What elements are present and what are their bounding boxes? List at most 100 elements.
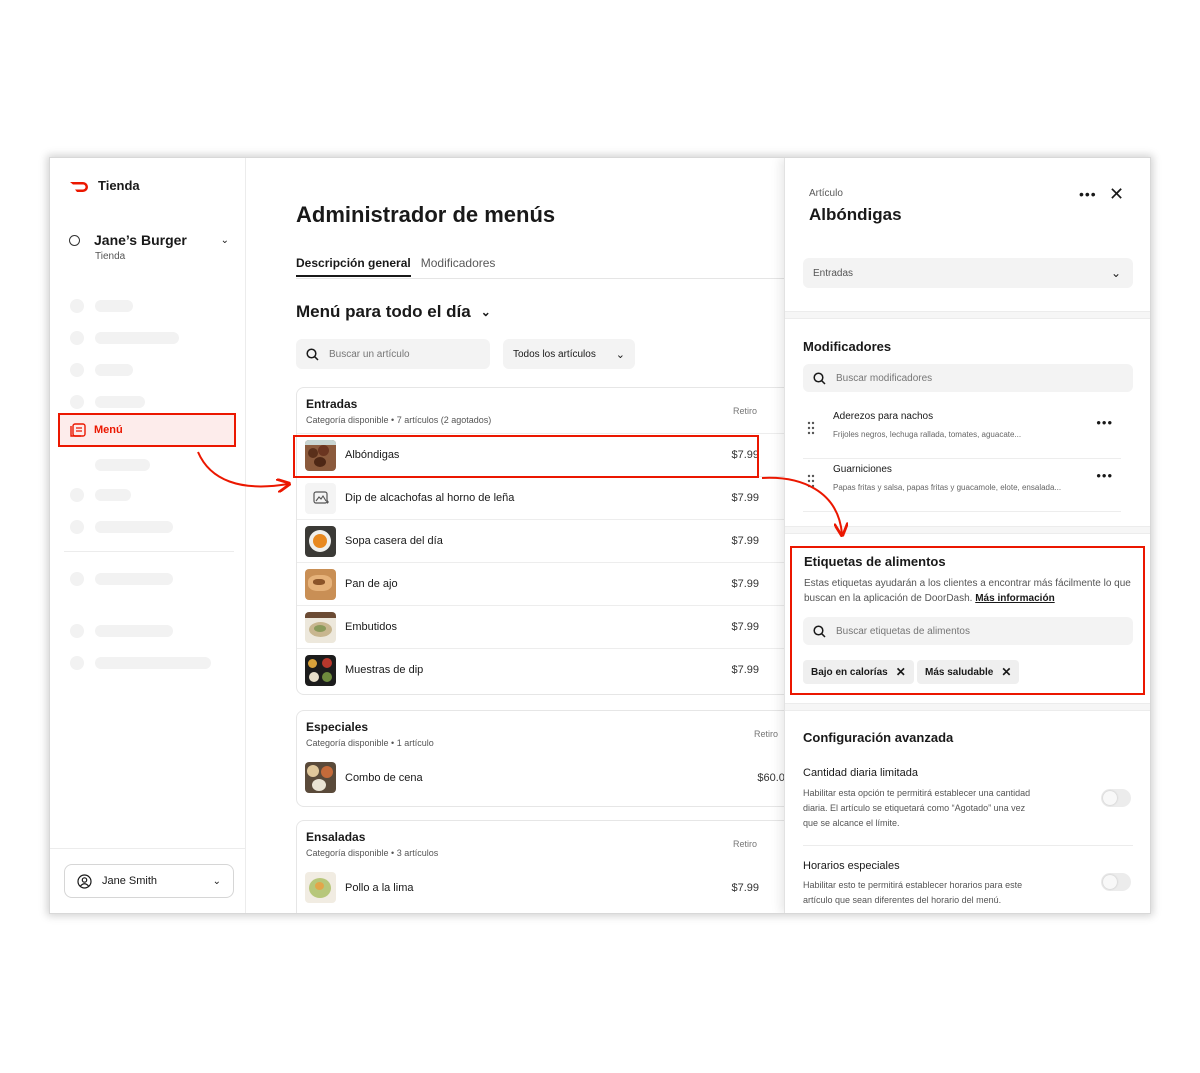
remove-icon[interactable]: ✕ bbox=[1001, 665, 1011, 679]
more-options-icon[interactable]: ••• bbox=[1096, 468, 1113, 483]
search-icon bbox=[306, 347, 319, 361]
skeleton-icon bbox=[70, 395, 84, 409]
chevron-down-icon: ⌄ bbox=[212, 875, 221, 887]
menu-item-row[interactable]: Embutidos $7.99 bbox=[297, 605, 795, 648]
skeleton-nav-item bbox=[95, 521, 173, 533]
skeleton-icon bbox=[70, 624, 84, 638]
food-tags-text: Estas etiquetas ayudarán a los clientes … bbox=[804, 578, 1131, 604]
food-tag-chip: Bajo en calorías ✕ bbox=[803, 660, 914, 684]
search-placeholder: Buscar modificadores bbox=[836, 372, 933, 384]
chevron-down-icon: ⌄ bbox=[615, 348, 625, 361]
food-tags-section: Etiquetas de alimentos Estas etiquetas a… bbox=[790, 546, 1145, 695]
item-price: $7.99 bbox=[731, 492, 759, 504]
item-photo bbox=[305, 568, 336, 600]
modifier-desc: Frijoles negros, lechuga rallada, tomate… bbox=[833, 430, 1022, 439]
category-meta: Categoría disponible • 3 artículos bbox=[306, 848, 439, 858]
drag-handle-icon[interactable] bbox=[807, 474, 815, 488]
menu-item-row[interactable]: Sopa casera del día $7.99 bbox=[297, 519, 795, 562]
menu-item-row[interactable]: Dip de alcachofas al horno de leña $7.99 bbox=[297, 476, 795, 519]
brand[interactable]: Tienda bbox=[69, 178, 140, 193]
item-name: Embutidos bbox=[345, 621, 397, 633]
chevron-down-icon: ⌄ bbox=[220, 234, 229, 246]
menu-item-row[interactable]: Pollo a la lima $7.99 bbox=[297, 866, 795, 909]
item-name: Muestras de dip bbox=[345, 664, 424, 676]
close-icon[interactable]: ✕ bbox=[1109, 184, 1124, 205]
food-tag-chip: Más saludable ✕ bbox=[917, 660, 1020, 684]
more-info-link[interactable]: Más información bbox=[975, 593, 1054, 604]
chevron-down-icon: ⌄ bbox=[480, 305, 491, 319]
item-filter-dropdown[interactable]: Todos los artículos ⌄ bbox=[503, 339, 635, 369]
modifier-name: Aderezos para nachos bbox=[833, 411, 934, 422]
modifiers-title: Modificadores bbox=[803, 339, 892, 354]
skeleton-icon bbox=[70, 299, 84, 313]
skeleton-nav-item bbox=[95, 573, 173, 585]
divider bbox=[50, 848, 246, 849]
search-placeholder: Buscar un artículo bbox=[329, 348, 410, 360]
category-name: Especiales bbox=[306, 720, 369, 734]
skeleton-nav-item bbox=[95, 300, 133, 312]
item-photo bbox=[305, 654, 336, 686]
item-name: Pan de ajo bbox=[345, 578, 398, 590]
column-header-retiro: Retiro bbox=[733, 406, 758, 416]
remove-icon[interactable]: ✕ bbox=[896, 665, 906, 679]
menu-item-row[interactable]: Muestras de dip $7.99 bbox=[297, 648, 795, 691]
divider bbox=[803, 845, 1133, 846]
panel-title: Albóndigas bbox=[809, 205, 902, 224]
drag-handle-icon[interactable] bbox=[807, 421, 815, 435]
menu-book-icon bbox=[70, 423, 86, 437]
doordash-logo-icon bbox=[70, 181, 88, 192]
divider bbox=[296, 278, 784, 279]
sidebar: Tienda Jane’s Burger ⌄ Tienda Menú Jane … bbox=[50, 158, 246, 913]
item-price: $7.99 bbox=[731, 664, 759, 676]
item-price: $7.99 bbox=[731, 621, 759, 633]
menu-item-row[interactable]: Pan de ajo $7.99 bbox=[297, 562, 795, 605]
chip-label: Más saludable bbox=[925, 666, 994, 678]
menu-selector[interactable]: Menú para todo el día ⌄ bbox=[296, 302, 491, 322]
tab-modifiers[interactable]: Modificadores bbox=[421, 256, 496, 277]
app-window: Tienda Jane’s Burger ⌄ Tienda Menú Jane … bbox=[50, 158, 1150, 913]
food-tag-search-input[interactable]: Buscar etiquetas de alimentos bbox=[803, 617, 1133, 645]
advanced-settings-title: Configuración avanzada bbox=[803, 730, 954, 745]
section-separator bbox=[785, 526, 1150, 534]
more-options-icon[interactable]: ••• bbox=[1079, 186, 1097, 202]
brand-label: Tienda bbox=[98, 178, 140, 193]
skeleton-icon bbox=[70, 572, 84, 586]
divider bbox=[64, 551, 234, 552]
tab-bar: Descripción general Modificadores bbox=[296, 256, 495, 277]
skeleton-icon bbox=[70, 520, 84, 534]
category-card-especiales: Especiales Categoría disponible • 1 artí… bbox=[296, 710, 796, 807]
skeleton-nav-item bbox=[95, 625, 173, 637]
modifier-row[interactable]: Aderezos para nachos Frijoles negros, le… bbox=[803, 405, 1121, 459]
sidebar-item-label: Menú bbox=[94, 424, 123, 436]
menu-item-row[interactable]: Combo de cena $60.00 bbox=[297, 756, 795, 799]
search-icon bbox=[813, 624, 826, 638]
column-header-retiro: Retiro bbox=[754, 729, 779, 739]
more-options-icon[interactable]: ••• bbox=[1096, 415, 1113, 430]
filter-label: Todos los artículos bbox=[513, 348, 596, 360]
category-select-value: Entradas bbox=[813, 267, 854, 279]
food-tags-title: Etiquetas de alimentos bbox=[804, 554, 946, 569]
user-menu-button[interactable]: Jane Smith ⌄ bbox=[64, 864, 234, 898]
user-avatar-icon bbox=[77, 873, 92, 889]
category-card-entradas: Entradas Categoría disponible • 7 artícu… bbox=[296, 387, 796, 695]
sidebar-item-menu[interactable]: Menú bbox=[58, 413, 236, 447]
item-photo bbox=[305, 872, 336, 903]
daily-limit-toggle[interactable] bbox=[1101, 789, 1131, 807]
category-select[interactable]: Entradas ⌄ bbox=[803, 258, 1133, 288]
skeleton-nav-item bbox=[95, 489, 131, 501]
category-card-ensaladas: Ensaladas Categoría disponible • 3 artíc… bbox=[296, 820, 796, 913]
skeleton-nav-item bbox=[95, 657, 211, 669]
item-price: $7.99 bbox=[731, 881, 759, 894]
modifier-row[interactable]: Guarniciones Papas fritas y salsa, papas… bbox=[803, 458, 1121, 512]
item-name: Dip de alcachofas al horno de leña bbox=[345, 492, 515, 504]
skeleton-nav-item bbox=[95, 459, 150, 471]
tab-overview[interactable]: Descripción general bbox=[296, 256, 411, 277]
store-switcher[interactable]: Jane’s Burger ⌄ Tienda bbox=[69, 232, 229, 262]
category-meta: Categoría disponible • 1 artículo bbox=[306, 738, 434, 748]
special-hours-toggle[interactable] bbox=[1101, 873, 1131, 891]
item-name: Combo de cena bbox=[345, 771, 423, 784]
item-search-input[interactable]: Buscar un artículo bbox=[296, 339, 490, 369]
item-price: $7.99 bbox=[731, 578, 759, 590]
item-photo bbox=[305, 611, 336, 643]
modifier-search-input[interactable]: Buscar modificadores bbox=[803, 364, 1133, 392]
